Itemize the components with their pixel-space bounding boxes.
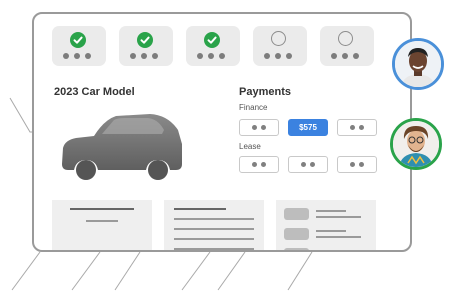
step-dots bbox=[331, 53, 359, 59]
empty-circle-icon bbox=[338, 31, 353, 46]
info-panel-1[interactable] bbox=[52, 200, 152, 250]
finance-label: Finance bbox=[239, 103, 268, 112]
person-1-icon bbox=[395, 41, 441, 87]
step-4[interactable] bbox=[253, 26, 307, 66]
avatar-person-1[interactable] bbox=[392, 38, 444, 90]
lease-option-3[interactable] bbox=[337, 156, 377, 173]
lease-option-1[interactable] bbox=[239, 156, 279, 173]
lease-label: Lease bbox=[239, 142, 261, 151]
check-circle-icon bbox=[137, 32, 153, 48]
step-indicator bbox=[52, 26, 374, 66]
payments-title: Payments bbox=[239, 86, 291, 98]
step-dots bbox=[197, 53, 225, 59]
info-panel-2[interactable] bbox=[164, 200, 264, 250]
check-circle-icon bbox=[204, 32, 220, 48]
step-5[interactable] bbox=[320, 26, 374, 66]
empty-circle-icon bbox=[271, 31, 286, 46]
step-dots bbox=[264, 53, 292, 59]
step-2[interactable] bbox=[119, 26, 173, 66]
avatar-person-2[interactable] bbox=[390, 118, 442, 170]
suv-silhouette-icon bbox=[62, 114, 182, 180]
product-card: 2023 Car Model Payments Finance $575 Lea… bbox=[32, 12, 412, 252]
step-dots bbox=[130, 53, 158, 59]
check-circle-icon bbox=[70, 32, 86, 48]
info-panel-3[interactable] bbox=[276, 200, 376, 250]
step-dots bbox=[63, 53, 91, 59]
finance-option-selected[interactable]: $575 bbox=[288, 119, 328, 136]
lease-option-2[interactable] bbox=[288, 156, 328, 173]
finance-option-3[interactable] bbox=[337, 119, 377, 136]
finance-option-1[interactable] bbox=[239, 119, 279, 136]
vehicle-title: 2023 Car Model bbox=[54, 86, 135, 98]
step-1[interactable] bbox=[52, 26, 106, 66]
step-3[interactable] bbox=[186, 26, 240, 66]
person-2-icon bbox=[393, 121, 439, 167]
